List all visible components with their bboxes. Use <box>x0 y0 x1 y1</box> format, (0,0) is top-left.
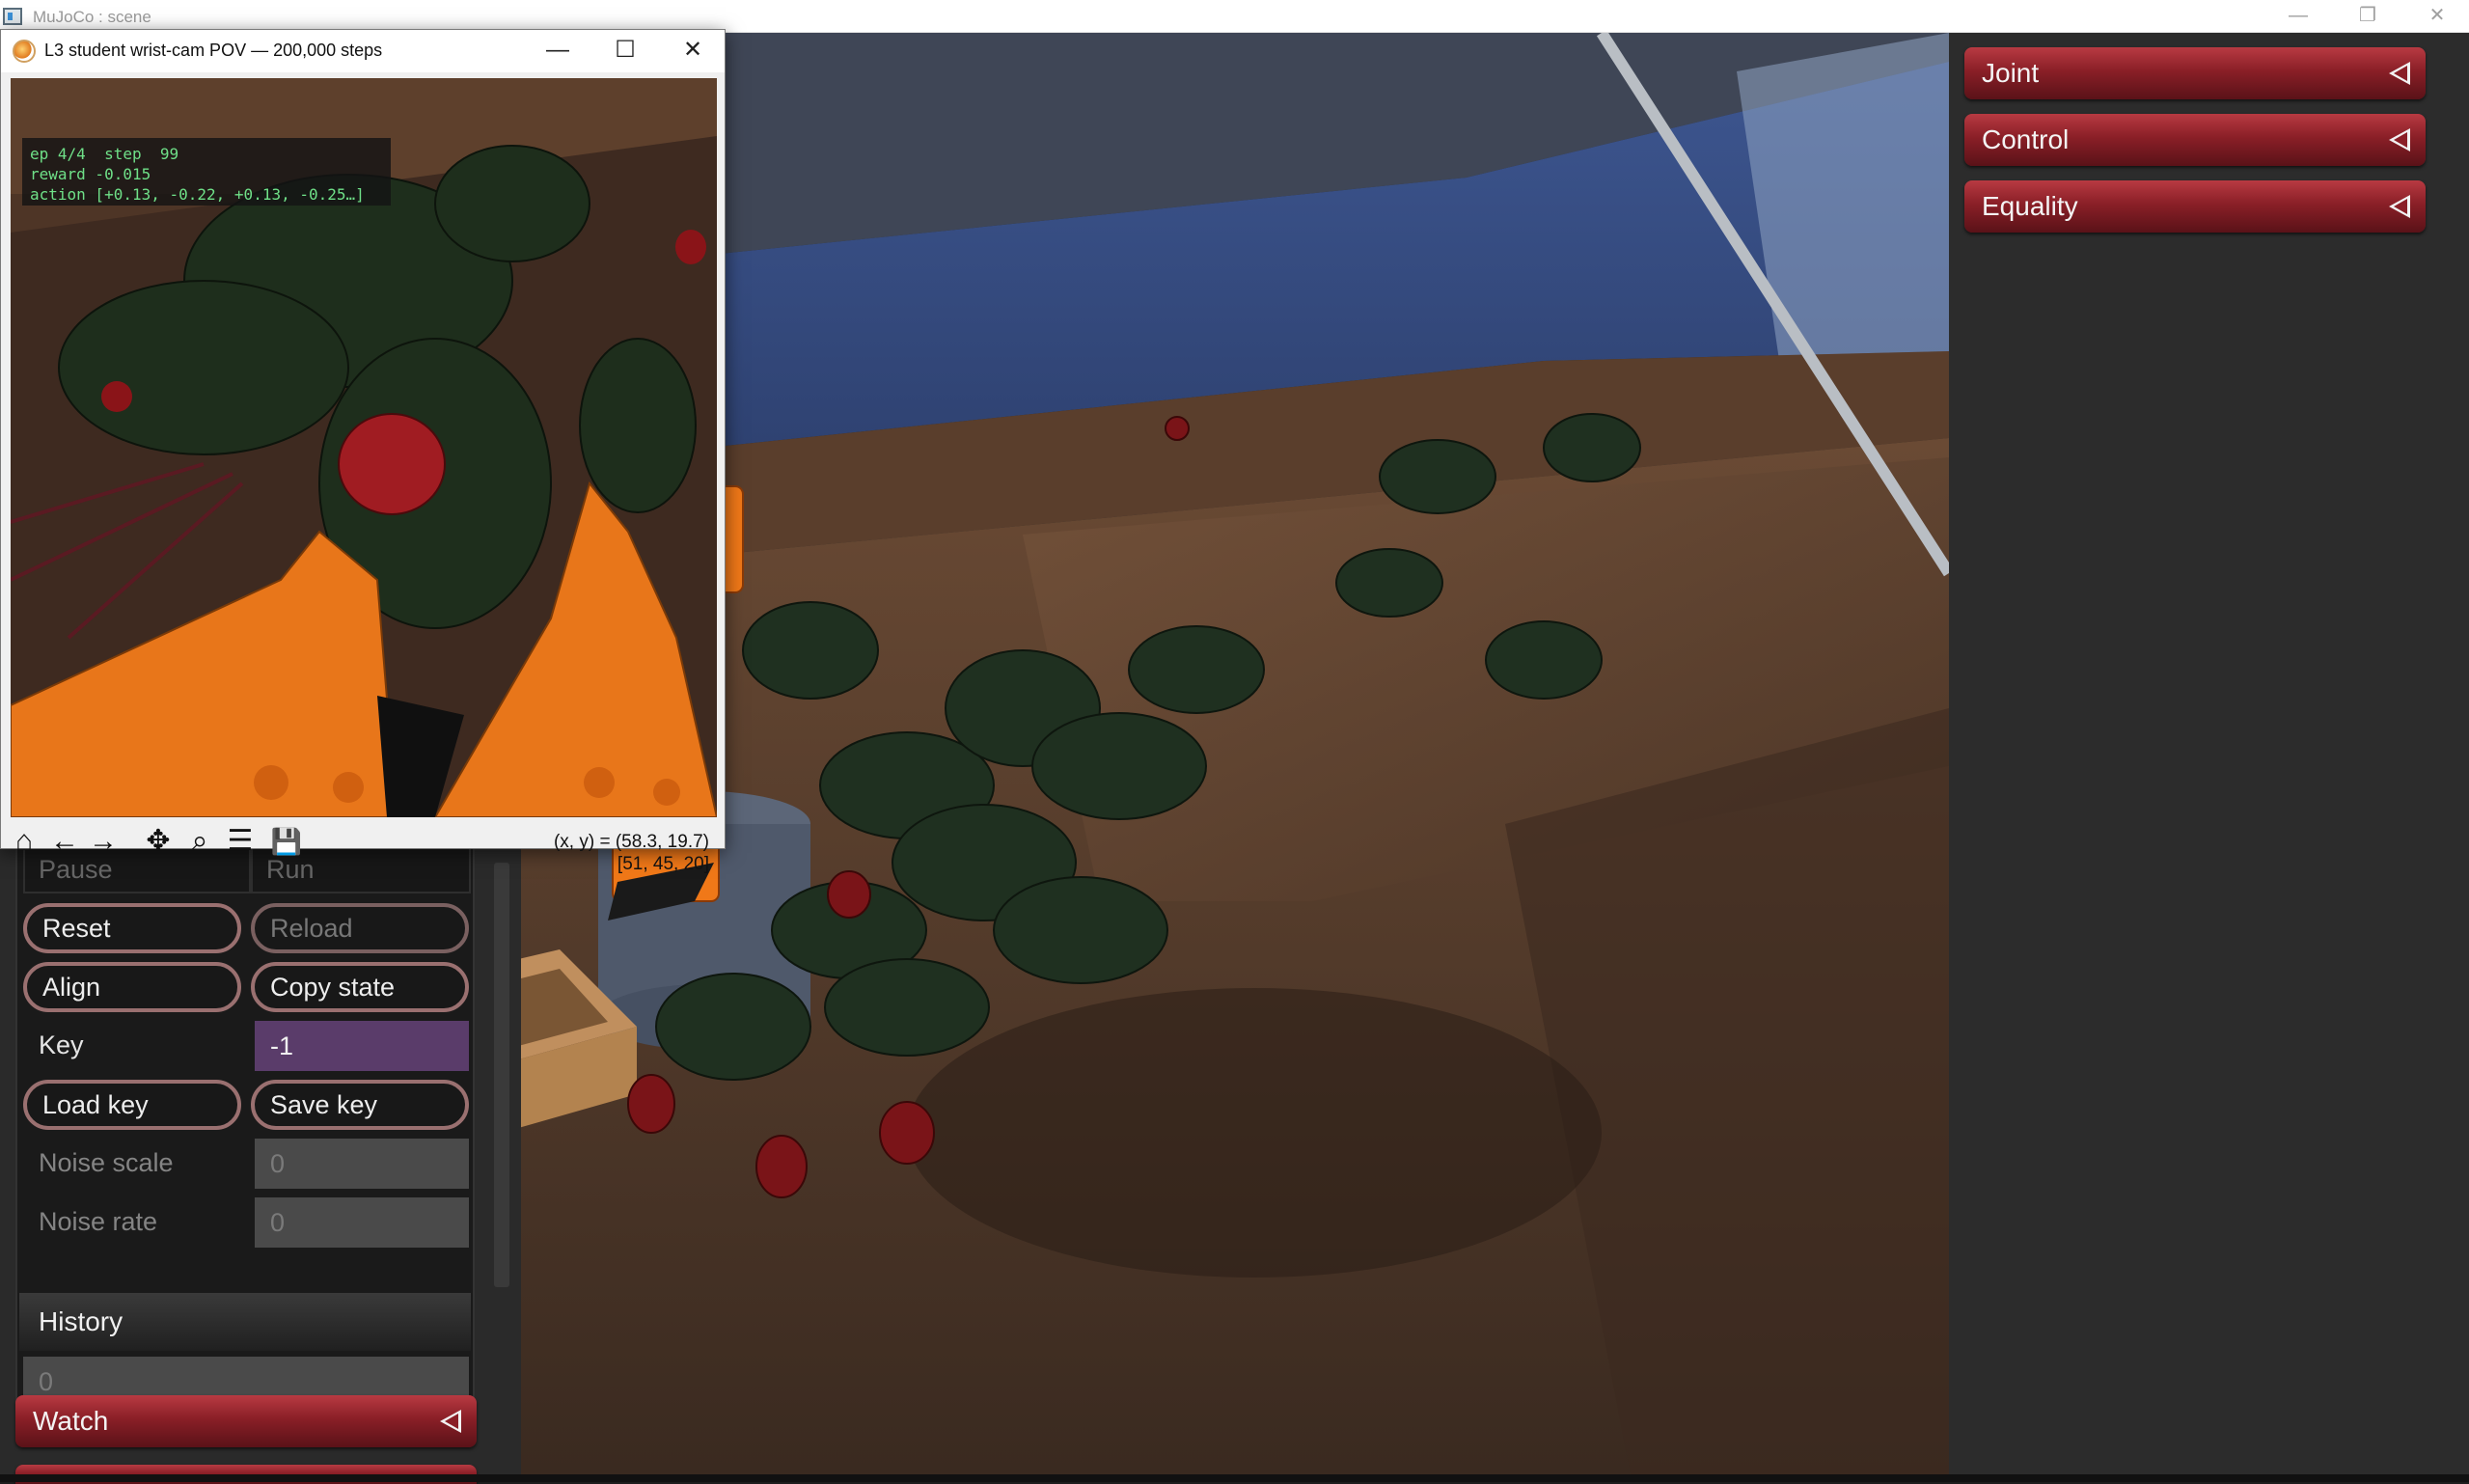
collapse-triangle-icon <box>2389 128 2410 151</box>
key-label: Key <box>39 1031 84 1059</box>
hud-reward-line: reward -0.015 <box>30 165 151 183</box>
matplotlib-icon <box>13 40 36 63</box>
cursor-pixel-value: [51, 45, 20] <box>617 854 709 874</box>
noise-rate-field[interactable]: 0 <box>255 1197 469 1248</box>
left-panel-scrollbar[interactable] <box>494 863 509 1287</box>
save-figure-icon[interactable]: 💾 <box>269 825 304 860</box>
watch-section-label: Watch <box>33 1406 109 1436</box>
back-arrow-icon[interactable]: ← <box>47 825 82 860</box>
reset-button[interactable]: Reset <box>23 903 241 953</box>
plot-window-titlebar[interactable]: L3 student wrist-cam POV — 200,000 steps… <box>1 30 725 72</box>
plot-minimize-button[interactable]: — <box>524 30 591 72</box>
equality-section-label: Equality <box>1982 191 2078 221</box>
home-icon[interactable]: ⌂ <box>7 825 41 860</box>
watch-section-header[interactable]: Watch <box>15 1395 477 1447</box>
key-field[interactable]: -1 <box>255 1021 469 1071</box>
wrist-cam-plot-window[interactable]: L3 student wrist-cam POV — 200,000 steps… <box>0 29 726 874</box>
forward-arrow-icon[interactable]: → <box>86 825 121 860</box>
mujoco-app-icon <box>3 8 22 25</box>
scene-render <box>521 33 1949 1474</box>
load-key-button[interactable]: Load key <box>23 1080 241 1130</box>
joint-section-header[interactable]: Joint <box>1964 47 2426 99</box>
zoom-icon[interactable]: ⌕ <box>182 825 217 860</box>
noise-scale-field[interactable]: 0 <box>255 1139 469 1189</box>
collapse-triangle-icon <box>2389 62 2410 85</box>
copy-state-button[interactable]: Copy state <box>251 962 469 1012</box>
3d-viewport[interactable] <box>521 33 1949 1474</box>
hud-action-line: action [+0.13, -0.22, +0.13, -0.25…] <box>30 185 365 204</box>
noise-scale-label: Noise scale <box>39 1148 174 1177</box>
plot-close-button[interactable]: ✕ <box>659 30 727 72</box>
wrist-cam-image[interactable]: ep 4/4 step 99 reward -0.015 action [+0.… <box>11 78 717 817</box>
episode-hud: ep 4/4 step 99 reward -0.015 action [+0.… <box>22 138 391 206</box>
cursor-xy-readout: (x, y) = (58.3, 19.7) <box>553 832 709 852</box>
cursor-coordinates: (x, y) = (58.3, 19.7) [51, 45, 20] <box>554 831 709 875</box>
main-titlebar: MuJoCo : scene — ❐ ✕ <box>0 0 2469 33</box>
history-header: History <box>19 1293 471 1351</box>
plot-window-title: L3 student wrist-cam POV — 200,000 steps <box>44 41 383 60</box>
collapse-triangle-icon <box>2389 195 2410 218</box>
restore-button[interactable]: ❐ <box>2333 0 2402 33</box>
window-title: MuJoCo : scene <box>33 8 151 26</box>
configure-subplots-icon[interactable]: ☰ <box>223 825 258 860</box>
collapse-triangle-icon <box>440 1410 461 1433</box>
noise-rate-label: Noise rate <box>39 1207 158 1236</box>
joint-section-label: Joint <box>1982 58 2040 88</box>
control-section-label: Control <box>1982 124 2070 154</box>
equality-section-header[interactable]: Equality <box>1964 180 2426 233</box>
hud-episode-line: ep 4/4 step 99 <box>30 145 179 163</box>
close-button[interactable]: ✕ <box>2402 0 2469 33</box>
plot-maximize-button[interactable]: ☐ <box>591 30 659 72</box>
align-button[interactable]: Align <box>23 962 241 1012</box>
reload-button[interactable]: Reload <box>251 903 469 953</box>
control-section-header[interactable]: Control <box>1964 114 2426 166</box>
pan-icon[interactable]: ✥ <box>141 825 176 860</box>
bottom-strip <box>0 1474 2469 1482</box>
right-ui-panel: Joint Control Equality <box>1949 33 2469 1474</box>
minimize-button[interactable]: — <box>2263 0 2333 33</box>
save-key-button[interactable]: Save key <box>251 1080 469 1130</box>
